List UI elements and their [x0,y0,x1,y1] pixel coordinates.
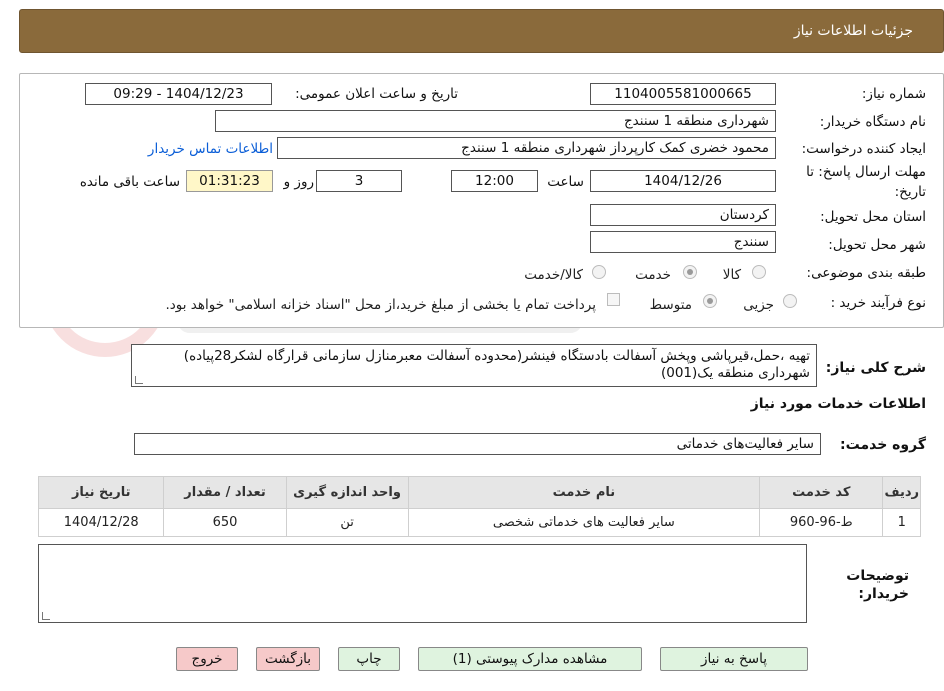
resize-grip-icon[interactable] [42,612,50,620]
process-label: نوع فرآیند خرید : [830,295,926,311]
view-attachments-button[interactable]: مشاهده مدارک پیوستی (1) [418,647,642,671]
deadline-time-field: 12:00 [451,170,538,192]
remaining-time-field: 01:31:23 [186,170,273,192]
buyer-notes-label-line1: توضیحات [846,568,909,584]
need-number-field: 1104005581000665 [590,83,776,105]
process-option-medium: متوسط [649,297,692,313]
category-radio-service[interactable] [683,265,697,279]
cell-need-date: 1404/12/28 [37,508,165,537]
cell-unit: تن [285,508,409,537]
services-section-title: اطلاعات خدمات مورد نیاز [750,396,926,412]
process-option-minor: جزیی [743,297,774,313]
buyer-org-field: شهرداری منطقه 1 سنندج [215,110,776,132]
remaining-label: ساعت باقی مانده [79,174,180,190]
buyer-org-label: نام دستگاه خریدار: [819,114,926,130]
process-radio-minor[interactable] [783,294,797,308]
back-button[interactable]: بازگشت [256,647,320,671]
category-radio-goods-service[interactable] [592,265,606,279]
exit-button[interactable]: خروج [176,647,238,671]
service-group-field: سایر فعالیت‌های خدماتی [134,433,821,455]
announce-label: تاریخ و ساعت اعلان عمومی: [295,86,458,102]
col-unit: واحد اندازه گیری [285,476,409,509]
service-group-label: گروه خدمت: [840,437,926,453]
days-label: روز و [283,174,314,190]
deadline-time-label: ساعت [547,174,584,190]
buyer-contact-link[interactable]: اطلاعات تماس خریدار [148,141,273,157]
summary-text: تهیه ،حمل،قیرپاشی وپخش آسفالت بادستگاه ف… [183,348,810,381]
cell-row: 1 [882,508,921,537]
cell-service-name: سایر فعالیت های خدماتی شخصی [407,508,761,537]
payment-note: پرداخت تمام یا بخشی از مبلغ خرید،از محل … [165,297,596,313]
table-header-row: ردیف کد خدمت نام خدمت واحد اندازه گیری ت… [37,476,921,509]
category-option-service: خدمت [635,267,671,283]
summary-label: شرح کلی نیاز: [825,360,926,376]
col-quantity: تعداد / مقدار [163,476,287,509]
reply-button[interactable]: پاسخ به نیاز [660,647,808,671]
deadline-label-line2: تاریخ: [894,184,926,200]
province-field: کردستان [590,204,776,226]
city-field: سنندج [590,231,776,253]
print-button[interactable]: چاپ [338,647,400,671]
need-number-label: شماره نیاز: [861,86,926,102]
deadline-date-field: 1404/12/26 [590,170,776,192]
treasury-checkbox[interactable] [607,293,620,306]
cell-service-code: ط-96-960 [759,508,884,537]
table-row: 1 ط-96-960 سایر فعالیت های خدماتی شخصی ت… [37,508,921,537]
creator-label: ایجاد کننده درخواست: [801,141,926,157]
category-radio-goods[interactable] [752,265,766,279]
buyer-notes-textarea[interactable] [38,544,807,623]
category-option-goods: کالا [722,267,741,283]
province-label: استان محل تحویل: [820,209,926,225]
buyer-notes-label-line2: خریدار: [858,586,909,602]
col-need-date: تاریخ نیاز [37,476,165,509]
page-title: جزئیات اطلاعات نیاز [793,23,913,39]
announce-field: 1404/12/23 - 09:29 [85,83,272,105]
category-option-goods-service: کالا/خدمت [524,267,583,283]
services-table: ردیف کد خدمت نام خدمت واحد اندازه گیری ت… [37,476,921,537]
process-radio-medium[interactable] [703,294,717,308]
col-row: ردیف [882,476,921,509]
deadline-label-line1: مهلت ارسال پاسخ: تا [806,164,926,180]
col-service-name: نام خدمت [407,476,761,509]
resize-grip-icon[interactable] [135,376,143,384]
city-label: شهر محل تحویل: [828,237,926,253]
col-service-code: کد خدمت [759,476,884,509]
page-header: جزئیات اطلاعات نیاز [19,9,944,53]
category-label: طبقه بندی موضوعی: [806,265,926,281]
days-field: 3 [316,170,402,192]
creator-field: محمود خضری کمک کارپرداز شهرداری منطقه 1 … [277,137,776,159]
summary-textarea[interactable]: تهیه ،حمل،قیرپاشی وپخش آسفالت بادستگاه ف… [131,344,817,387]
cell-quantity: 650 [163,508,287,537]
